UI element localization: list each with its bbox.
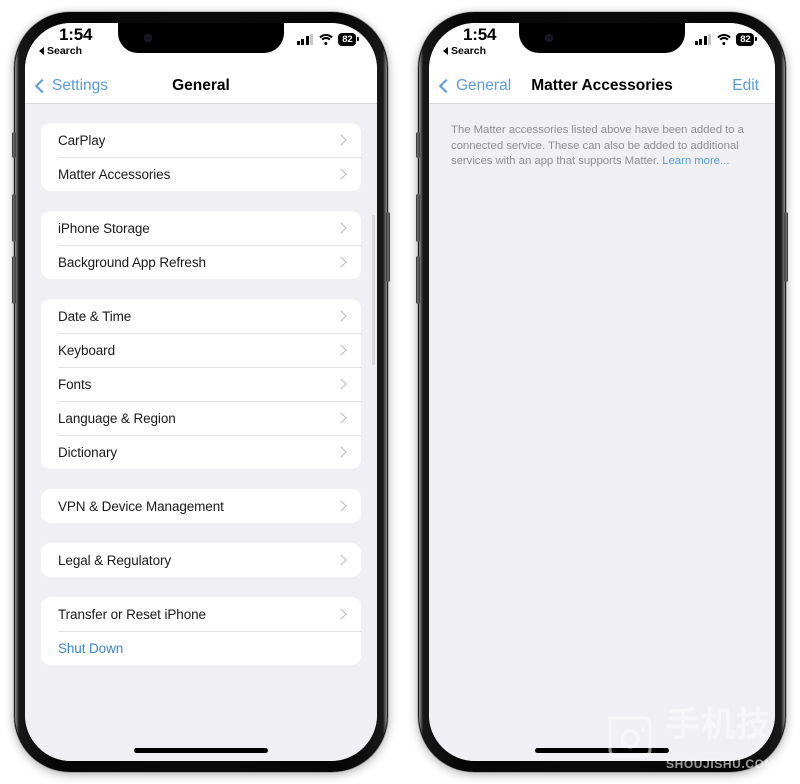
volume-up-button[interactable] bbox=[416, 194, 420, 242]
back-app-label: Search bbox=[47, 45, 83, 57]
matter-accessories-content: The Matter accessories listed above have… bbox=[429, 103, 775, 761]
status-indicators: 82 bbox=[296, 33, 359, 46]
chevron-right-icon bbox=[335, 554, 347, 566]
list-item-label: Fonts bbox=[58, 376, 92, 392]
list-item-label: Language & Region bbox=[58, 410, 176, 426]
volume-down-button[interactable] bbox=[416, 256, 420, 304]
list-item-label: Background App Refresh bbox=[58, 254, 206, 270]
list-item-fonts[interactable]: Fonts bbox=[41, 367, 361, 401]
list-item-label: Matter Accessories bbox=[58, 166, 171, 182]
home-indicator[interactable] bbox=[535, 748, 669, 753]
chevron-right-icon bbox=[335, 134, 347, 146]
list-item-iphone-storage[interactable]: iPhone Storage bbox=[41, 211, 361, 245]
list-item-language-region[interactable]: Language & Region bbox=[41, 401, 361, 435]
volume-down-button[interactable] bbox=[12, 256, 16, 304]
list-item-background-app-refresh[interactable]: Background App Refresh bbox=[41, 245, 361, 279]
footer-note: The Matter accessories listed above have… bbox=[451, 123, 753, 170]
list-item-date-time[interactable]: Date & Time bbox=[41, 299, 361, 333]
settings-group-2: iPhone Storage Background App Refresh bbox=[41, 211, 361, 279]
nav-back-label: Settings bbox=[52, 77, 109, 94]
wifi-icon bbox=[316, 33, 336, 46]
chevron-left-icon bbox=[438, 78, 454, 93]
screenshot-stage: 1:54 Search 82 Settings General CarPlay … bbox=[0, 0, 800, 784]
list-item-matter-accessories[interactable]: Matter Accessories bbox=[41, 157, 361, 191]
settings-group-5: Legal & Regulatory bbox=[41, 543, 361, 577]
status-indicators: 82 bbox=[694, 33, 757, 46]
front-camera-icon bbox=[144, 34, 152, 42]
battery-tip bbox=[755, 37, 757, 42]
chevron-right-icon bbox=[335, 378, 347, 390]
list-item-dictionary[interactable]: Dictionary bbox=[41, 435, 361, 469]
list-item-label: Legal & Regulatory bbox=[58, 552, 172, 568]
settings-group-6: Transfer or Reset iPhone Shut Down bbox=[41, 597, 361, 665]
list-item-label: iPhone Storage bbox=[58, 220, 150, 236]
list-item-vpn-device-management[interactable]: VPN & Device Management bbox=[41, 489, 361, 523]
power-button[interactable] bbox=[784, 212, 788, 282]
home-indicator[interactable] bbox=[134, 748, 268, 753]
phone-device-right: 1:54 Search 82 General Matter Accessorie… bbox=[416, 12, 788, 772]
list-item-label: Shut Down bbox=[58, 640, 124, 656]
chevron-right-icon bbox=[335, 256, 347, 268]
settings-list-left[interactable]: CarPlay Matter Accessories iPhone Storag… bbox=[25, 103, 377, 761]
notch bbox=[118, 23, 284, 53]
list-item-label: VPN & Device Management bbox=[58, 498, 224, 514]
chevron-right-icon bbox=[335, 344, 347, 356]
chevron-right-icon bbox=[335, 222, 347, 234]
phone-device-left: 1:54 Search 82 Settings General CarPlay … bbox=[12, 12, 390, 772]
list-item-carplay[interactable]: CarPlay bbox=[41, 123, 361, 157]
nav-bar-left: Settings General bbox=[25, 69, 377, 104]
back-to-app-link[interactable]: Search bbox=[443, 45, 486, 57]
back-app-label: Search bbox=[451, 45, 487, 57]
back-triangle-icon bbox=[443, 47, 448, 55]
battery-icon: 82 bbox=[338, 33, 359, 46]
list-item-label: Dictionary bbox=[58, 444, 118, 460]
cellular-signal-icon bbox=[694, 33, 712, 45]
back-to-app-link[interactable]: Search bbox=[39, 45, 82, 57]
list-item-label: CarPlay bbox=[58, 132, 106, 148]
chevron-right-icon bbox=[335, 500, 347, 512]
list-item-legal-regulatory[interactable]: Legal & Regulatory bbox=[41, 543, 361, 577]
status-time: 1:54 bbox=[463, 25, 497, 44]
list-item-transfer-or-reset-iphone[interactable]: Transfer or Reset iPhone bbox=[41, 597, 361, 631]
wifi-icon bbox=[714, 33, 734, 46]
edit-button[interactable]: Edit bbox=[732, 77, 759, 95]
settings-group-3: Date & Time Keyboard Fonts Language & Re… bbox=[41, 299, 361, 469]
chevron-right-icon bbox=[335, 412, 347, 424]
mute-switch-button[interactable] bbox=[416, 132, 420, 158]
chevron-right-icon bbox=[335, 168, 347, 180]
scrollbar[interactable] bbox=[372, 215, 375, 365]
mute-switch-button[interactable] bbox=[12, 132, 16, 158]
nav-bar-right: General Matter Accessories Edit bbox=[429, 69, 775, 104]
nav-back-label: General bbox=[456, 77, 512, 94]
battery-percent-label: 82 bbox=[736, 33, 755, 46]
power-button[interactable] bbox=[386, 212, 390, 282]
cellular-signal-icon bbox=[296, 33, 314, 45]
nav-back-button[interactable]: General bbox=[438, 77, 512, 95]
battery-percent-label: 82 bbox=[338, 33, 357, 46]
notch bbox=[519, 23, 685, 53]
settings-group-1: CarPlay Matter Accessories bbox=[41, 123, 361, 191]
list-item-shut-down[interactable]: Shut Down bbox=[41, 631, 361, 665]
status-time: 1:54 bbox=[59, 25, 93, 44]
learn-more-link[interactable]: Learn more... bbox=[662, 155, 729, 167]
list-item-keyboard[interactable]: Keyboard bbox=[41, 333, 361, 367]
settings-group-4: VPN & Device Management bbox=[41, 489, 361, 523]
list-item-label: Transfer or Reset iPhone bbox=[58, 606, 206, 622]
back-triangle-icon bbox=[39, 47, 44, 55]
chevron-right-icon bbox=[335, 310, 347, 322]
screen-right: 1:54 Search 82 General Matter Accessorie… bbox=[429, 23, 775, 761]
list-item-label: Date & Time bbox=[58, 308, 132, 324]
front-camera-icon bbox=[545, 34, 553, 42]
chevron-left-icon bbox=[34, 78, 50, 93]
nav-back-button[interactable]: Settings bbox=[34, 77, 109, 95]
screen-left: 1:54 Search 82 Settings General CarPlay … bbox=[25, 23, 377, 761]
list-item-label: Keyboard bbox=[58, 342, 115, 358]
chevron-right-icon bbox=[335, 608, 347, 620]
battery-tip bbox=[357, 37, 359, 42]
chevron-right-icon bbox=[335, 446, 347, 458]
volume-up-button[interactable] bbox=[12, 194, 16, 242]
battery-icon: 82 bbox=[736, 33, 757, 46]
